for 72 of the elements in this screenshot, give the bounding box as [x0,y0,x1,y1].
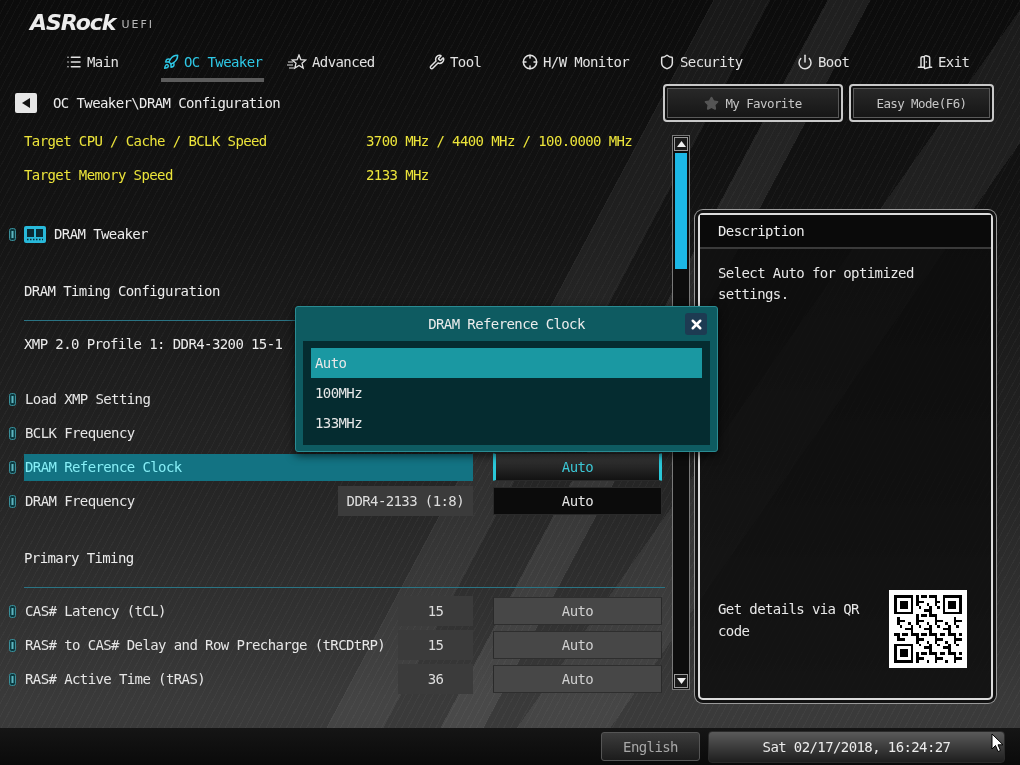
nav-tab[interactable]: Security [657,44,745,82]
scroll-down-button[interactable] [674,674,688,688]
dropdown-button[interactable]: Auto [493,453,662,481]
rocket-icon [163,54,179,70]
setting-label[interactable]: DRAM Frequency [24,487,137,515]
breadcrumb: OC Tweaker\DRAM Configuration [53,95,281,111]
info-label: Target CPU / Cache / BCLK Speed [24,133,267,149]
caret-up-icon [676,141,686,147]
language-button[interactable]: English [601,732,700,761]
wrench-icon [429,54,445,70]
star-icon [704,95,720,111]
row-marker-icon [8,672,16,686]
scrollbar-thumb[interactable] [675,153,687,269]
date-time-display: Sat 02/17/2018, 16:24:27 [708,730,1005,763]
setting-field[interactable]: Auto [493,665,662,693]
qr-caption: Get details via QR code [718,600,861,641]
row-marker-icon [8,227,16,241]
nav-tab[interactable]: H/W Monitor [520,44,632,82]
mouse-cursor-icon [991,733,1004,753]
description-title: Description [700,215,991,249]
row-marker-icon [8,460,16,474]
current-value: 15 [398,630,473,660]
info-value: 3700 MHz / 4400 MHz / 100.0000 MHz [366,133,633,149]
description-text: Select Auto for optimized settings. [718,264,915,304]
close-button[interactable] [685,313,707,335]
row-marker-icon [8,604,16,618]
section-heading: Primary Timing [24,550,134,567]
nav-tab[interactable]: Advanced [285,44,377,82]
setting-label[interactable]: DRAM Reference Clock [24,453,473,481]
crosshair-icon [522,54,538,70]
door-icon [917,54,933,70]
row-marker-icon [8,638,16,652]
setting-field[interactable]: Auto [493,597,662,625]
current-value: 36 [398,664,473,694]
product-label: UEFI [121,18,155,31]
brand-logo: ASRock [30,10,116,36]
row-marker-icon [8,392,16,406]
back-button[interactable] [15,93,37,113]
section-heading: DRAM Timing Configuration [24,283,220,300]
nav-tab[interactable]: Boot [795,44,852,82]
scroll-up-button[interactable] [674,137,688,151]
setting-label[interactable]: RAS# Active Time (tRAS) [24,665,208,693]
memory-module-icon [24,225,46,243]
row-marker-icon [8,426,16,440]
caret-down-icon [676,678,686,684]
setting-label[interactable]: BCLK Frequency [24,419,137,447]
nav-tab[interactable]: Exit [915,44,972,82]
submenu-link[interactable]: DRAM Tweaker [54,226,148,242]
current-value: DDR4-2133 (1:8) [337,486,473,516]
info-value: 2133 MHz [366,167,429,183]
setting-field[interactable]: Auto [493,631,662,659]
dropdown-button[interactable]: Auto [493,487,662,515]
row-marker-icon [8,494,16,508]
current-value: 15 [398,596,473,626]
dialog-option[interactable]: 133MHz [311,408,702,438]
power-icon [797,54,813,70]
star-icon [287,54,307,70]
mode-button[interactable]: Easy Mode(F6) [849,84,994,122]
profile-info: XMP 2.0 Profile 1: DDR4-3200 15-1 [24,336,283,352]
setting-label[interactable]: Load XMP Setting [24,385,153,413]
setting-label[interactable]: CAS# Latency (tCL) [24,597,168,625]
dialog-option[interactable]: 100MHz [311,378,702,408]
setting-label[interactable]: RAS# to CAS# Delay and Row Precharge (tRCDtRP) [24,631,388,659]
caret-left-icon [22,98,30,108]
nav-tab[interactable]: Tool [427,44,484,82]
favorite-button[interactable]: My Favorite [663,84,843,122]
shield-icon [659,54,675,70]
list-icon [66,54,82,70]
nav-tab[interactable]: OC Tweaker [161,44,265,82]
info-label: Target Memory Speed [24,167,173,183]
nav-tab[interactable]: Main [64,44,121,82]
dialog-title: DRAM Reference Clock [428,316,585,332]
